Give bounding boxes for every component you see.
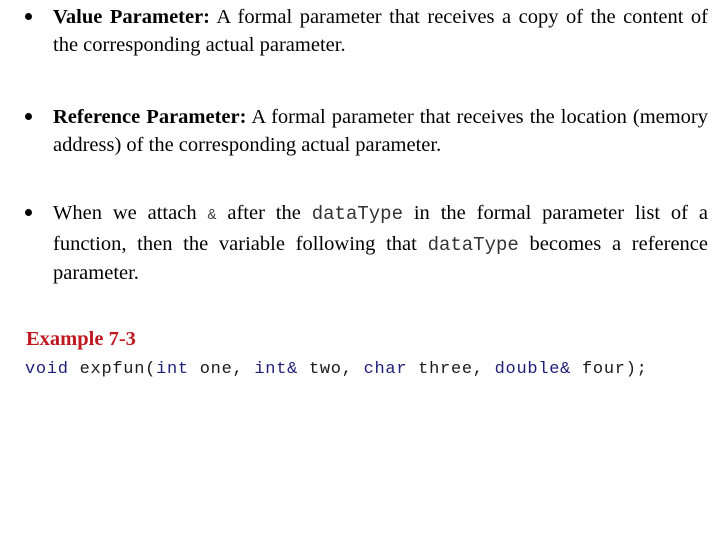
rule-text-1: When we attach <box>53 202 208 224</box>
code-keyword: int& <box>254 360 299 379</box>
code-keyword: double& <box>494 360 572 379</box>
bullet-reference-parameter: Reference Parameter: A formal parameter … <box>24 103 708 159</box>
bullet-dot-icon <box>25 113 32 120</box>
code-text: expfun( <box>68 360 157 379</box>
code-keyword: int <box>156 360 189 379</box>
code-keyword: void <box>25 360 69 379</box>
bullet-text: Reference Parameter: A formal parameter … <box>53 103 708 159</box>
code-datatype: dataType <box>311 203 403 225</box>
bullet-dot-icon <box>25 13 32 20</box>
rule-text-2: after the <box>216 202 312 224</box>
code-text: two, <box>298 360 364 379</box>
code-datatype: dataType <box>427 234 519 256</box>
bullet-value-parameter: Value Parameter: A formal parameter that… <box>24 3 708 59</box>
bullet-ampersand-rule: When we attach & after the dataType in t… <box>24 199 708 287</box>
code-text: one, <box>188 360 255 379</box>
code-text: three, <box>407 360 495 379</box>
term-value-parameter: Value Parameter: <box>53 6 211 28</box>
bullet-text: Value Parameter: A formal parameter that… <box>53 3 708 59</box>
bullet-dot-icon <box>25 209 32 216</box>
code-keyword: char <box>363 360 408 379</box>
bullet-text: When we attach & after the dataType in t… <box>53 199 708 287</box>
term-reference-parameter: Reference Parameter: <box>53 106 247 128</box>
code-text: four); <box>571 360 648 379</box>
example-title: Example 7-3 <box>26 328 136 350</box>
code-example: void expfun(int one, int& two, char thre… <box>25 360 648 379</box>
